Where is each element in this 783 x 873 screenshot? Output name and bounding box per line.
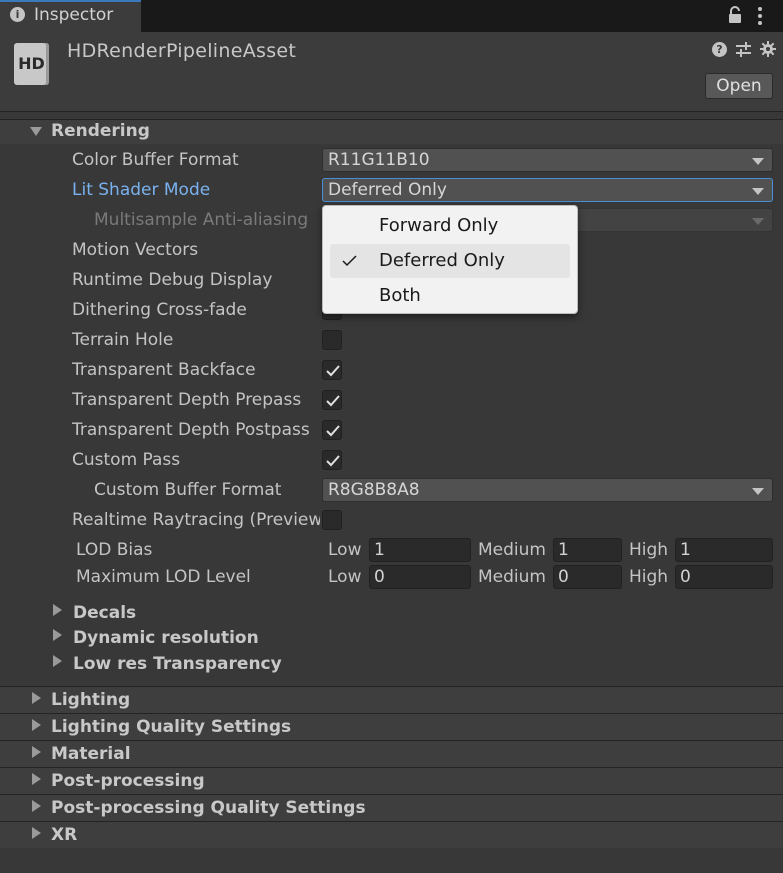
foldout-collapsed-icon[interactable] (53, 655, 62, 667)
dropdown-value: R11G11B10 (328, 150, 430, 170)
max-lod-medium-label: Medium (478, 567, 546, 587)
foldout-collapsed-icon[interactable] (32, 692, 41, 704)
dithering-cross-fade-label: Dithering Cross-fade (72, 300, 247, 320)
popup-option-label: Deferred Only (379, 250, 505, 271)
popup-option-deferred-only[interactable]: Deferred Only (330, 244, 570, 278)
foldout-collapsed-icon[interactable] (32, 773, 41, 785)
open-button[interactable]: Open (705, 73, 773, 99)
checkmark-icon (342, 255, 357, 267)
foldout-collapsed-icon[interactable] (53, 604, 62, 616)
section-xr-header[interactable] (0, 821, 783, 848)
subsection-low-res-transparency[interactable]: Low res Transparency (73, 654, 282, 674)
tab-label: Inspector (34, 5, 114, 25)
custom-pass-checkbox[interactable] (322, 450, 342, 470)
section-title[interactable]: Post-processing (51, 771, 205, 791)
transparent-depth-postpass-label: Transparent Depth Postpass (72, 420, 310, 440)
lod-bias-medium-field[interactable]: 1 (553, 538, 622, 562)
dropdown-value: R8G8B8A8 (328, 480, 420, 500)
realtime-raytracing-label: Realtime Raytracing (Preview) (72, 510, 320, 530)
lod-bias-low-label: Low (328, 540, 362, 560)
section-title[interactable]: XR (51, 825, 77, 845)
msaa-label: Multisample Anti-aliasing (94, 210, 309, 230)
section-title[interactable]: Lighting Quality Settings (51, 717, 291, 737)
max-lod-high-label: High (629, 567, 669, 587)
color-buffer-format-dropdown[interactable]: R11G11B10 (322, 148, 773, 172)
transparent-depth-prepass-checkbox[interactable] (322, 390, 342, 410)
checkmark-icon (326, 425, 340, 437)
transparent-depth-prepass-label: Transparent Depth Prepass (72, 390, 302, 410)
dropdown-value: Deferred Only (328, 180, 447, 200)
checkmark-icon (326, 395, 340, 407)
terrain-hole-checkbox[interactable] (322, 330, 342, 350)
foldout-collapsed-icon[interactable] (32, 719, 41, 731)
section-title[interactable]: Post-processing Quality Settings (51, 798, 366, 818)
asset-title: HDRenderPipelineAsset (67, 40, 297, 62)
section-title: Rendering (51, 121, 150, 141)
preset-sliders-icon[interactable] (735, 41, 752, 58)
popup-option-forward-only[interactable]: Forward Only (330, 209, 570, 243)
chevron-down-icon (752, 218, 764, 225)
max-lod-medium-field[interactable]: 0 (553, 565, 622, 589)
lod-bias-label: LOD Bias (76, 540, 153, 560)
lod-bias-medium-label: Medium (478, 540, 546, 560)
max-lod-level-label: Maximum LOD Level (76, 567, 251, 587)
max-lod-low-field[interactable]: 0 (369, 565, 471, 589)
transparent-backface-label: Transparent Backface (72, 360, 256, 380)
checkmark-icon (326, 365, 340, 377)
section-title[interactable]: Material (51, 744, 131, 764)
subsection-dynamic-resolution[interactable]: Dynamic resolution (73, 628, 259, 648)
chevron-down-icon (752, 488, 764, 495)
panel-footer-space (0, 848, 783, 873)
lod-bias-high-field[interactable]: 1 (675, 538, 773, 562)
help-icon[interactable]: ? (712, 42, 727, 57)
max-lod-high-field[interactable]: 0 (675, 565, 773, 589)
custom-buffer-format-label: Custom Buffer Format (94, 480, 282, 500)
realtime-raytracing-checkbox[interactable] (322, 510, 342, 530)
lit-shader-mode-dropdown[interactable]: Deferred Only (322, 178, 773, 202)
lock-icon[interactable] (727, 6, 743, 24)
lit-shader-mode-popup: Forward Only Deferred Only Both (322, 205, 578, 314)
color-buffer-format-label: Color Buffer Format (72, 150, 239, 170)
transparent-depth-postpass-checkbox[interactable] (322, 420, 342, 440)
max-lod-low-label: Low (328, 567, 362, 587)
foldout-collapsed-icon[interactable] (53, 629, 62, 641)
gear-icon[interactable] (760, 41, 776, 57)
foldout-collapsed-icon[interactable] (32, 800, 41, 812)
runtime-debug-display-label: Runtime Debug Display (72, 270, 273, 290)
info-icon: i (10, 7, 25, 22)
lod-bias-low-field[interactable]: 1 (369, 538, 471, 562)
popup-option-both[interactable]: Both (330, 279, 570, 313)
hd-asset-icon: HD (14, 43, 49, 85)
lod-bias-high-label: High (629, 540, 669, 560)
subsection-decals[interactable]: Decals (73, 603, 136, 623)
foldout-expanded-icon[interactable] (30, 127, 42, 136)
chevron-down-icon (752, 188, 764, 195)
chevron-down-icon (752, 158, 764, 165)
custom-buffer-format-dropdown[interactable]: R8G8B8A8 (322, 478, 773, 502)
section-title[interactable]: Lighting (51, 690, 130, 710)
transparent-backface-checkbox[interactable] (322, 360, 342, 380)
motion-vectors-label: Motion Vectors (72, 240, 199, 260)
custom-pass-label: Custom Pass (72, 450, 181, 470)
foldout-collapsed-icon[interactable] (32, 827, 41, 839)
foldout-collapsed-icon[interactable] (32, 746, 41, 758)
lit-shader-mode-label: Lit Shader Mode (72, 180, 211, 200)
terrain-hole-label: Terrain Hole (72, 330, 174, 350)
more-vertical-icon[interactable] (755, 6, 765, 26)
checkmark-icon (326, 455, 340, 467)
